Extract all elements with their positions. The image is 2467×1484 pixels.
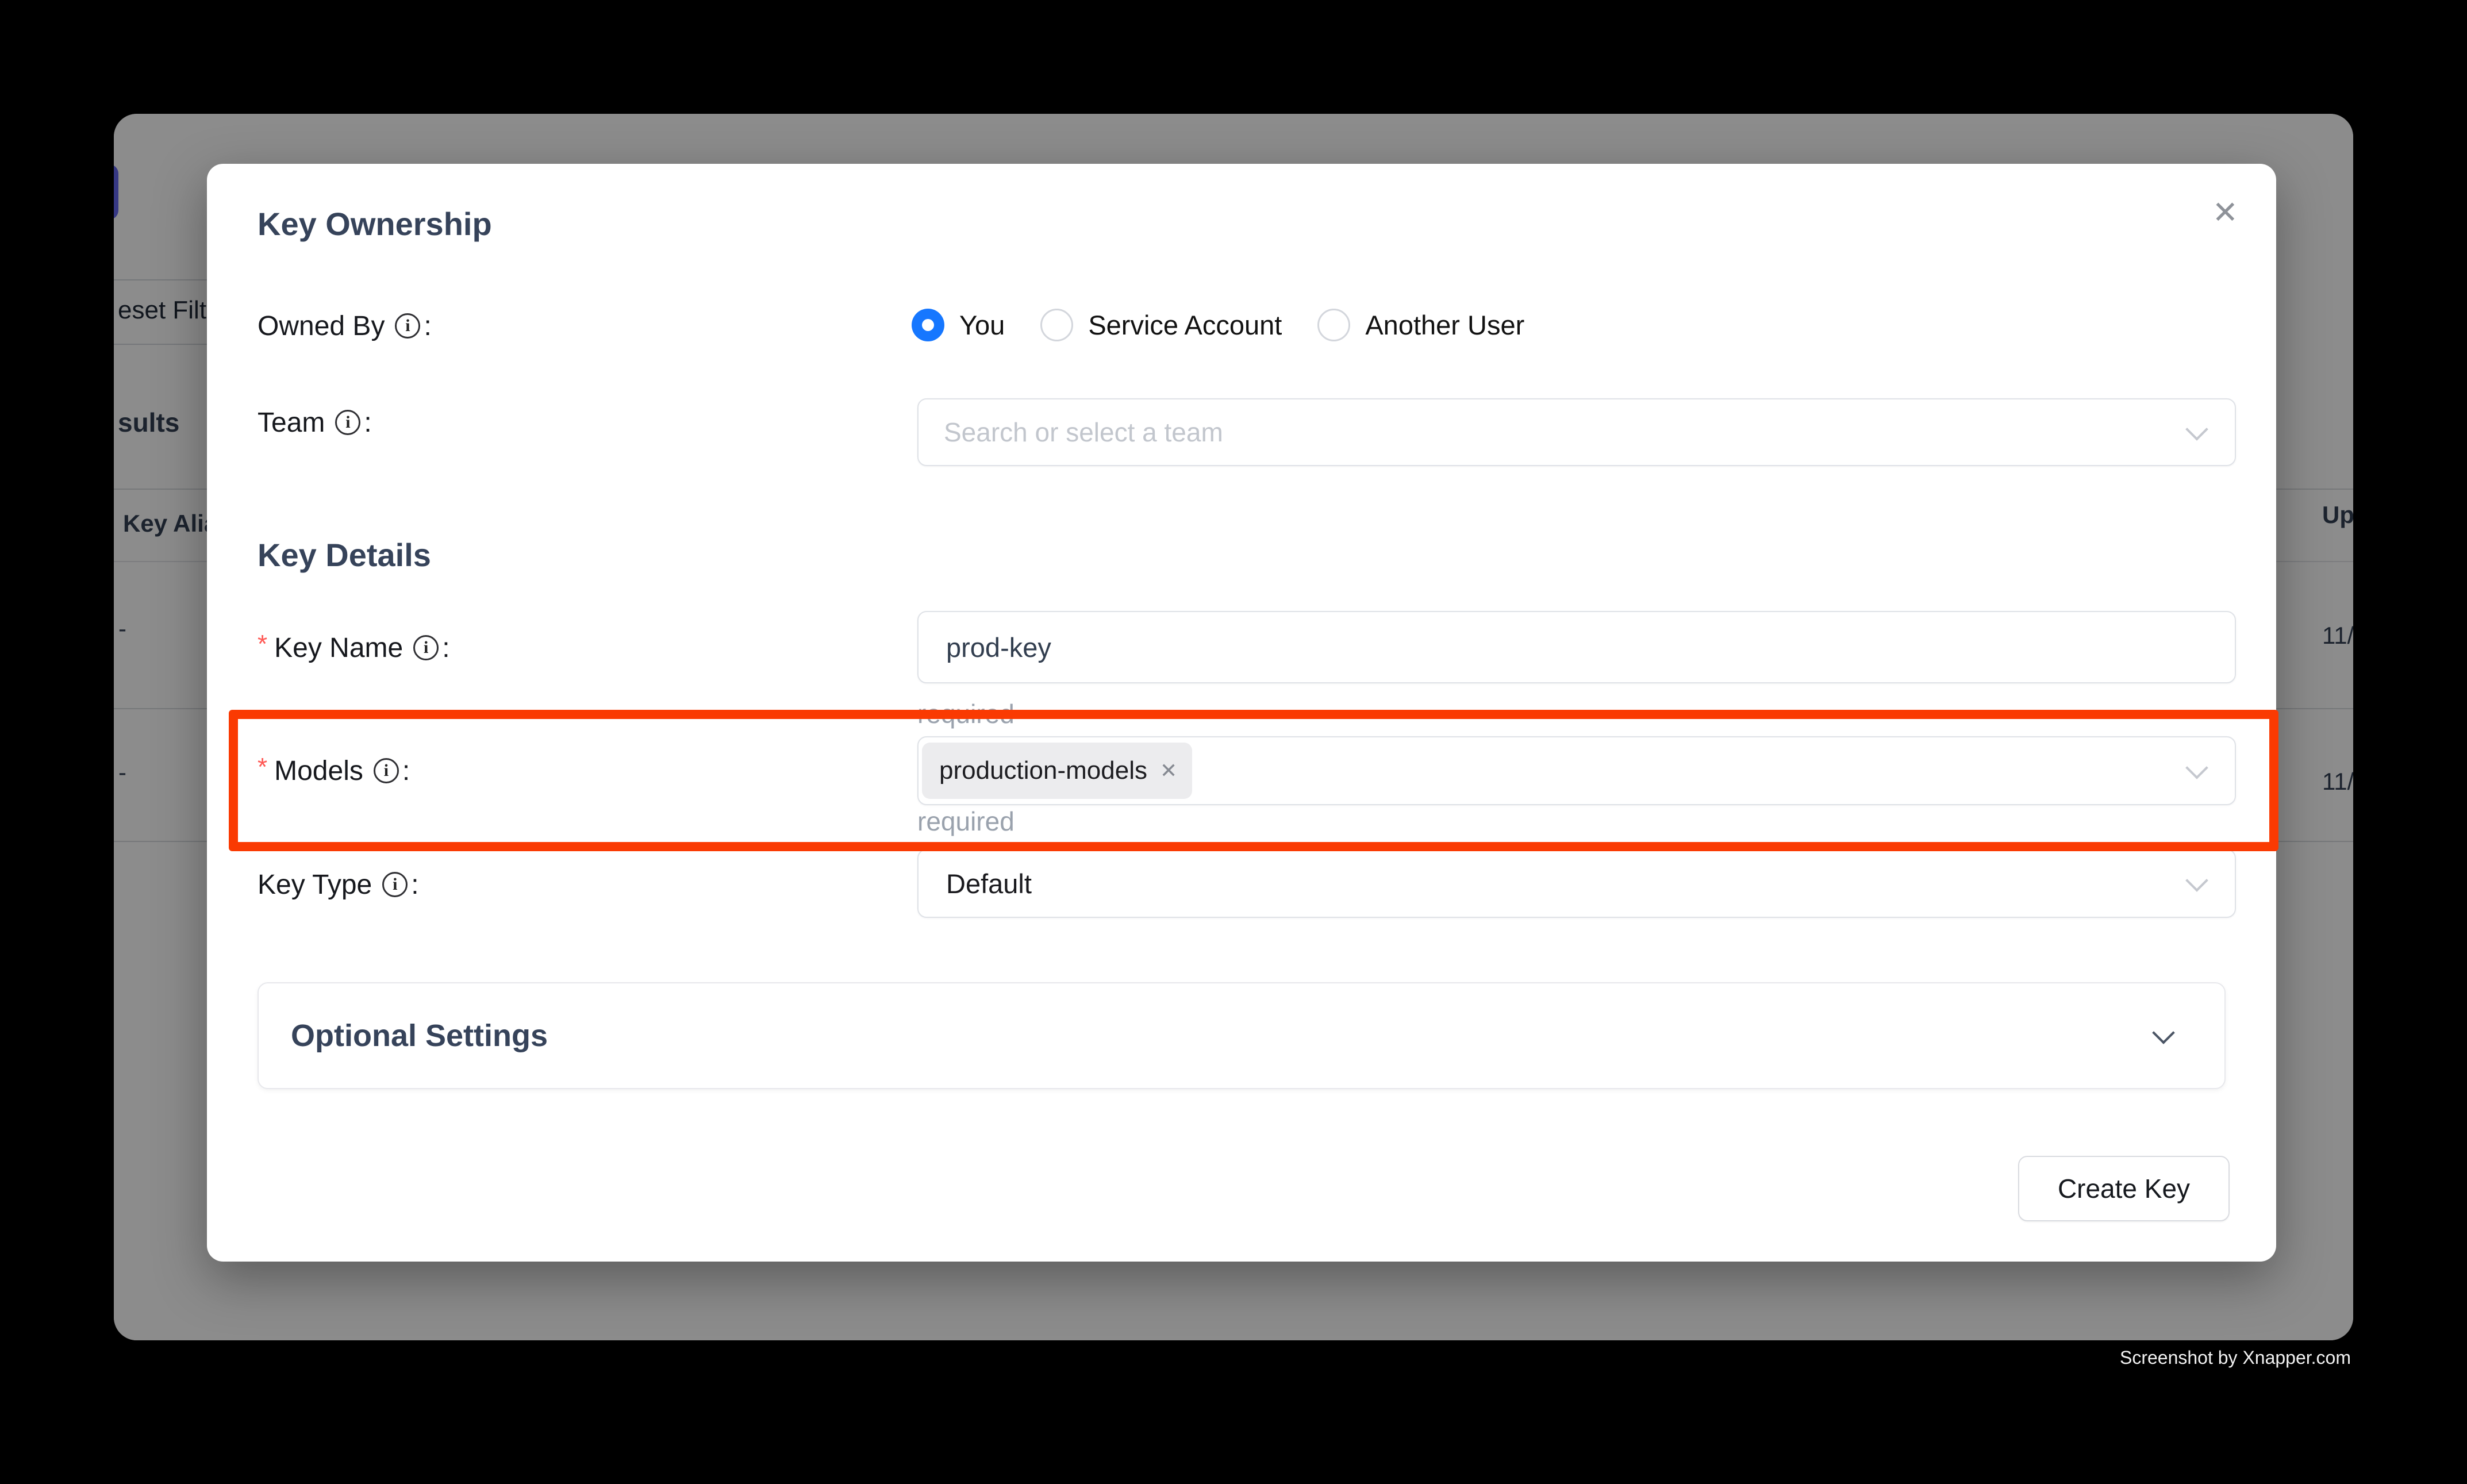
label-colon: : (424, 310, 431, 342)
chevron-down-icon (2185, 869, 2208, 892)
label-colon: : (364, 407, 371, 439)
attribution-text: Screenshot by Xnapper.com (2120, 1347, 2351, 1368)
section-title-key-ownership: Key Ownership (258, 205, 492, 243)
team-select-placeholder: Search or select a team (944, 417, 1223, 448)
chevron-down-icon (2185, 418, 2208, 441)
models-row-highlight-annotation (229, 710, 2278, 851)
key-name-input[interactable] (917, 611, 2236, 683)
label-colon: : (442, 632, 449, 664)
screenshot-canvas: eset Filt sults Key Alia Up - 11/ - 11/ … (0, 0, 2467, 1484)
section-title-key-details: Key Details (258, 536, 431, 574)
radio-selected-icon (912, 309, 944, 341)
team-label: Team i : (258, 405, 372, 440)
radio-unselected-icon (1317, 309, 1350, 341)
owned-by-radio-group: You Service Account Another User (912, 309, 1524, 341)
create-key-button[interactable]: Create Key (2018, 1156, 2230, 1221)
key-type-select[interactable]: Default (917, 849, 2236, 918)
radio-option-service-account[interactable]: Service Account (1040, 309, 1282, 341)
key-name-label: * Key Name i : (258, 630, 450, 665)
info-icon[interactable]: i (413, 635, 439, 660)
key-type-selected-value: Default (946, 868, 1032, 899)
radio-option-you[interactable]: You (912, 309, 1005, 341)
radio-unselected-icon (1040, 309, 1073, 341)
info-icon[interactable]: i (335, 410, 360, 435)
owned-by-label: Owned By i : (258, 309, 432, 343)
info-icon[interactable]: i (382, 872, 408, 897)
close-icon[interactable]: ✕ (2212, 197, 2238, 228)
optional-settings-toggle[interactable]: Optional Settings (258, 982, 2226, 1089)
team-select[interactable]: Search or select a team (917, 398, 2236, 466)
key-type-label: Key Type i : (258, 867, 419, 902)
chevron-down-icon (2152, 1021, 2175, 1044)
radio-option-another-user[interactable]: Another User (1317, 309, 1524, 341)
info-icon[interactable]: i (395, 313, 420, 339)
required-asterisk: * (258, 630, 267, 659)
label-colon: : (411, 869, 418, 901)
